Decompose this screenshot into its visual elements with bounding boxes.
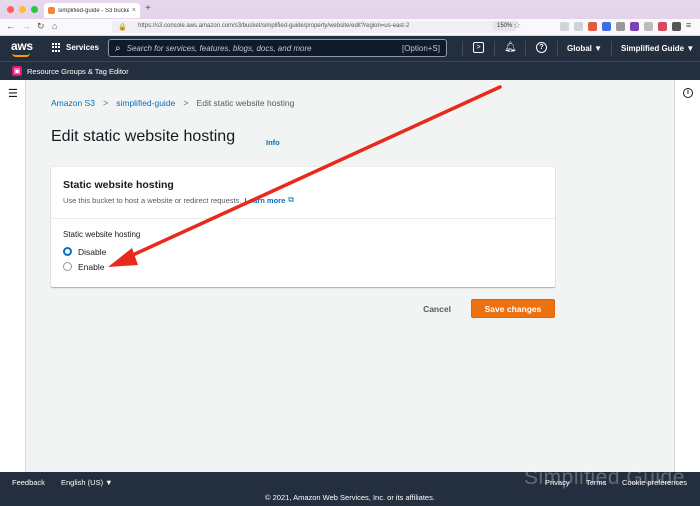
extension-icon[interactable]: [616, 22, 625, 31]
info-panel-icon[interactable]: i: [683, 88, 693, 98]
enable-label: Enable: [78, 261, 105, 272]
right-help-rail: i: [674, 80, 700, 472]
extension-icon[interactable]: [602, 22, 611, 31]
url-bar[interactable]: 🔒 https://s3.console.aws.amazon.com/s3/b…: [112, 21, 512, 33]
nav-divider: [611, 41, 612, 56]
browser-toolbar: ← → ↻ ⌂ 🔒 https://s3.console.aws.amazon.…: [0, 19, 700, 36]
breadcrumb-amazon-s3[interactable]: Amazon S3: [51, 98, 95, 108]
pocket-icon[interactable]: [560, 22, 569, 31]
nav-divider: [525, 41, 526, 56]
panel-description-text: Use this bucket to host a website or red…: [63, 195, 242, 205]
extension-icon[interactable]: [672, 22, 681, 31]
breadcrumb-bucket[interactable]: simplified-guide: [116, 98, 175, 108]
aws-logo[interactable]: aws: [11, 39, 33, 57]
language-menu[interactable]: English (US) ▼: [61, 478, 113, 487]
cloudshell-icon[interactable]: >: [473, 42, 484, 53]
services-menu-button[interactable]: Services: [52, 43, 99, 52]
menu-icon[interactable]: ≡: [686, 20, 691, 30]
favorites-bar: ▣ Resource Groups & Tag Editor: [0, 61, 700, 80]
services-label: Services: [66, 43, 99, 52]
resource-groups-link[interactable]: Resource Groups & Tag Editor: [27, 67, 129, 76]
page-title: Edit static website hosting: [51, 128, 236, 145]
grid-icon: [52, 43, 61, 52]
tab-title: simplified-guide - S3 bucket: [58, 7, 129, 14]
forward-icon[interactable]: →: [22, 21, 31, 31]
search-input[interactable]: [126, 43, 396, 53]
chevron-right-icon: >: [102, 98, 109, 108]
external-link-icon: ⧉: [288, 195, 294, 204]
bell-icon[interactable]: 🔔︎: [504, 42, 517, 53]
feedback-link[interactable]: Feedback: [12, 478, 45, 487]
panel-title: Static website hosting: [63, 179, 174, 191]
breadcrumb: Amazon S3 > simplified-guide > Edit stat…: [51, 98, 294, 108]
search-box[interactable]: ⌕ [Option+S]: [108, 39, 447, 57]
save-changes-button[interactable]: Save changes: [471, 299, 555, 318]
info-link[interactable]: Info: [266, 138, 280, 147]
new-tab-button[interactable]: +: [145, 3, 151, 14]
home-icon[interactable]: ⌂: [52, 21, 57, 31]
tab-close-icon[interactable]: ×: [132, 7, 136, 14]
window-controls: [7, 6, 38, 13]
enable-radio[interactable]: [63, 262, 72, 271]
search-icon: ⌕: [115, 42, 121, 54]
learn-more-link[interactable]: Learn more: [244, 196, 285, 205]
left-nav-rail: ☰: [0, 80, 26, 472]
nav-divider: [494, 41, 495, 56]
nav-divider: [557, 41, 558, 56]
close-window-button[interactable]: [7, 6, 14, 13]
reload-icon[interactable]: ↻: [37, 21, 45, 32]
extension-icon[interactable]: [644, 22, 653, 31]
cancel-button[interactable]: Cancel: [413, 300, 461, 318]
browser-tab-strip: simplified-guide - S3 bucket × +: [0, 0, 700, 19]
breadcrumb-current: Edit static website hosting: [196, 98, 295, 108]
region-menu[interactable]: Global ▼: [567, 44, 602, 53]
back-icon[interactable]: ←: [6, 21, 15, 31]
minimize-window-button[interactable]: [19, 6, 26, 13]
panel-description: Use this bucket to host a website or red…: [63, 195, 543, 205]
disable-label: Disable: [78, 246, 107, 257]
panel-body: Static website hosting Disable Enable: [51, 219, 555, 285]
hamburger-menu-icon[interactable]: ☰: [8, 87, 18, 100]
account-menu[interactable]: Simplified Guide ▼: [621, 44, 694, 53]
browser-tab[interactable]: simplified-guide - S3 bucket ×: [44, 3, 140, 18]
aws-top-nav: aws Services ⌕ [Option+S] > 🔔︎ ? Global …: [0, 36, 700, 61]
search-shortcut: [Option+S]: [401, 43, 440, 53]
static-website-hosting-panel: Static website hosting Use this bucket t…: [51, 167, 555, 287]
panel-header: Static website hosting Use this bucket t…: [51, 167, 555, 219]
lock-icon: 🔒: [118, 24, 127, 31]
hosting-field-label: Static website hosting: [63, 230, 141, 239]
radio-option-disable[interactable]: Disable: [63, 244, 543, 259]
disable-radio[interactable]: [63, 247, 72, 256]
s3-favicon-icon: [48, 7, 55, 14]
download-icon[interactable]: [574, 22, 583, 31]
copyright-text: © 2021, Amazon Web Services, Inc. or its…: [265, 493, 435, 502]
extension-icon[interactable]: [630, 22, 639, 31]
extension-icon[interactable]: [588, 22, 597, 31]
bookmark-star-icon[interactable]: ☆: [513, 20, 521, 31]
maximize-window-button[interactable]: [31, 6, 38, 13]
aws-smile-icon: [12, 53, 30, 57]
nav-divider: [462, 41, 463, 56]
resource-groups-icon: ▣: [12, 66, 22, 76]
watermark: Simplified Guide: [524, 466, 685, 489]
extension-icon[interactable]: [658, 22, 667, 31]
chevron-right-icon: >: [183, 98, 189, 108]
help-icon[interactable]: ?: [536, 42, 547, 53]
radio-option-enable[interactable]: Enable: [63, 259, 543, 274]
url-text: https://s3.console.aws.amazon.com/s3/buc…: [138, 23, 410, 29]
